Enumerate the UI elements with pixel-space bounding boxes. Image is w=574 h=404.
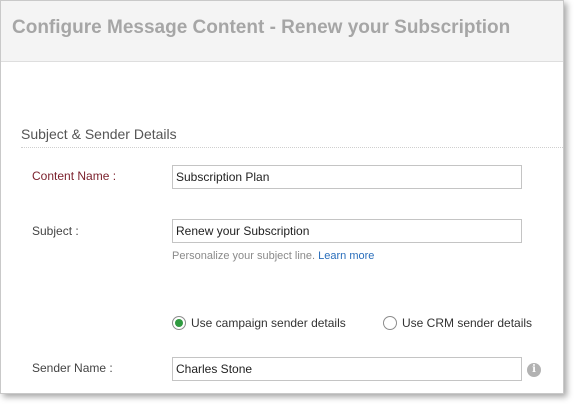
radio-button-selected[interactable] [172,316,186,330]
radio-crm-sender[interactable]: Use CRM sender details [383,314,532,332]
radio-button-unselected[interactable] [383,316,397,330]
dialog-title: Configure Message Content - Renew your S… [12,17,511,38]
sender-name-label: Sender Name : [32,361,113,375]
content-name-label: Content Name : [32,169,117,183]
dialog-header: Configure Message Content - Renew your S… [1,1,563,62]
radio-campaign-sender[interactable]: Use campaign sender details [172,314,346,332]
subject-label: Subject : [32,224,79,238]
info-icon[interactable]: i [527,363,541,377]
subject-hint-text: Personalize your subject line. [172,250,316,262]
subject-hint: Personalize your subject line. Learn mor… [172,250,374,262]
learn-more-link[interactable]: Learn more [318,250,374,262]
sender-name-input[interactable] [172,357,522,381]
section-divider [21,147,563,148]
content-name-input[interactable] [172,165,522,189]
section-title: Subject & Sender Details [21,126,177,142]
radio-campaign-sender-label: Use campaign sender details [191,316,346,330]
radio-crm-sender-label: Use CRM sender details [402,316,533,330]
configure-message-dialog: Configure Message Content - Renew your S… [0,0,564,394]
subject-input[interactable] [172,219,522,243]
